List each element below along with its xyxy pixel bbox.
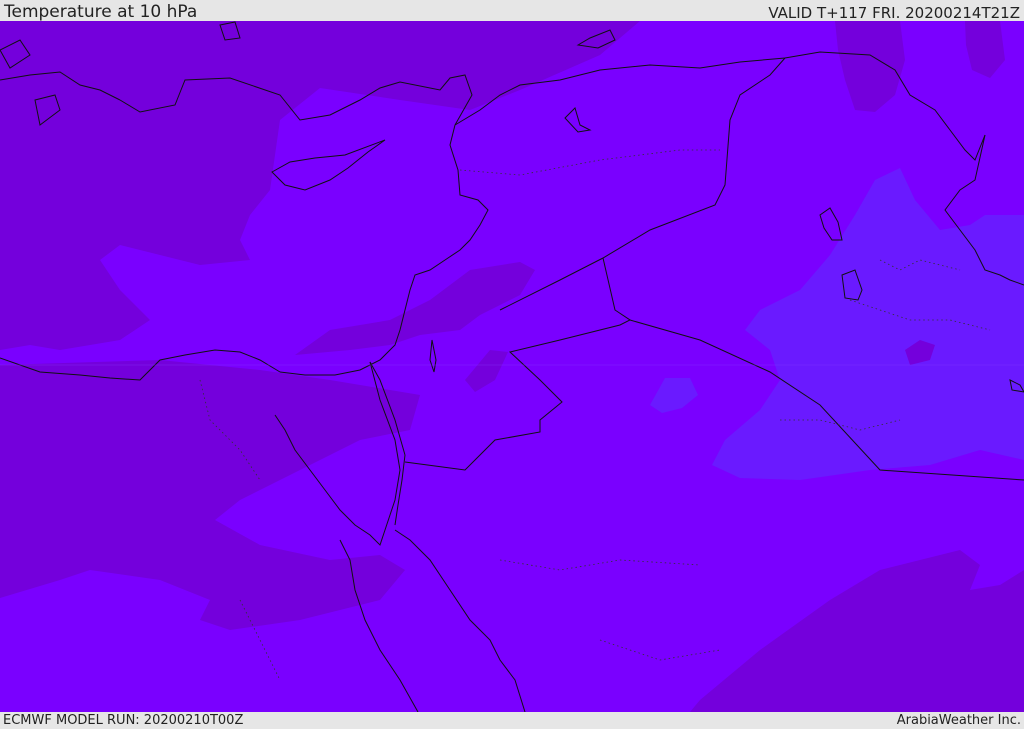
model-run-label: ECMWF MODEL RUN: 20200210T00Z [3,713,244,728]
weather-map[interactable] [0,21,1024,712]
provider-label: ArabiaWeather Inc. [896,713,1021,728]
map-canvas [0,21,1024,712]
footer-bar: ECMWF MODEL RUN: 20200210T00Z ArabiaWeat… [0,712,1024,729]
map-title: Temperature at 10 hPa [4,2,198,22]
valid-time: VALID T+117 FRI. 20200214T21Z [768,4,1020,22]
header-bar: Temperature at 10 hPa VALID T+117 FRI. 2… [0,0,1024,22]
